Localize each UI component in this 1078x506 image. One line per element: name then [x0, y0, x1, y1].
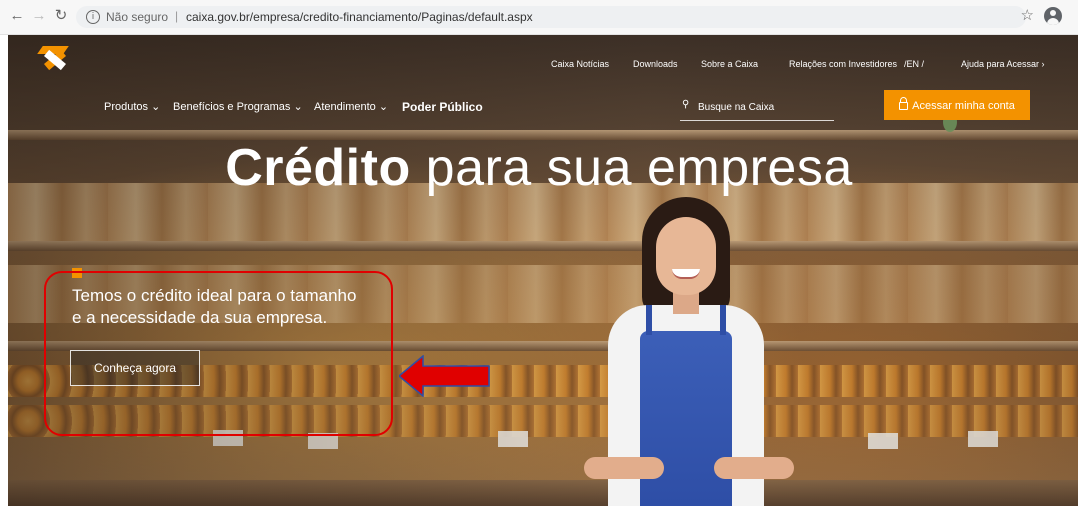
link-sobre-a-caixa[interactable]: Sobre a Caixa: [701, 59, 758, 69]
apron-strap: [646, 305, 652, 335]
hero-title-strong: Crédito: [225, 139, 411, 197]
annotation-highlight-box: [44, 271, 393, 436]
link-ajuda-para-acessar[interactable]: Ajuda para Acessar ›: [961, 59, 1045, 69]
search-box[interactable]: ⚲: [680, 96, 834, 121]
apron: [640, 331, 732, 506]
link-caixa-noticias[interactable]: Caixa Notícias: [551, 59, 609, 69]
search-icon[interactable]: ⚲: [682, 99, 689, 110]
smiling-baker: [584, 197, 794, 506]
link-english[interactable]: /EN /: [904, 59, 924, 69]
nav-poder-publico[interactable]: Poder Público: [402, 100, 483, 114]
apron-strap: [720, 305, 726, 335]
login-button-label: Acessar minha conta: [912, 100, 1015, 112]
nav-atendimento[interactable]: Atendimento ⌄: [314, 100, 388, 113]
login-button[interactable]: Acessar minha conta: [884, 90, 1030, 120]
browser-toolbar: ← → ↻ i Não seguro | caixa.gov.br/empres…: [0, 0, 1078, 35]
hero-title: Crédito para sua empresa: [0, 138, 1078, 198]
arm: [584, 457, 664, 479]
arrow-shape: [399, 355, 490, 397]
neck: [673, 292, 699, 314]
search-input[interactable]: [698, 98, 832, 116]
nav-produtos[interactable]: Produtos ⌄: [104, 100, 160, 113]
annotation-arrow-icon: [399, 355, 490, 397]
top-links: Caixa Notícias Downloads Sobre a Caixa R…: [0, 59, 1078, 132]
nav-beneficios-programas[interactable]: Benefícios e Programas ⌄: [173, 100, 303, 113]
profile-icon[interactable]: [1044, 7, 1062, 25]
reload-icon[interactable]: ↻: [52, 7, 70, 25]
arm: [714, 457, 794, 479]
url-text[interactable]: caixa.gov.br/empresa/credito-financiamen…: [186, 10, 533, 24]
address-bar[interactable]: i Não seguro | caixa.gov.br/empresa/cred…: [76, 6, 1026, 28]
lock-icon: [899, 97, 909, 110]
url-separator: |: [175, 9, 179, 23]
hero-title-rest: para sua empresa: [410, 139, 853, 197]
link-downloads[interactable]: Downloads: [633, 59, 678, 69]
face: [656, 217, 716, 295]
back-icon[interactable]: ←: [8, 7, 26, 25]
star-icon[interactable]: ☆: [1021, 7, 1034, 25]
not-secure-label: Não seguro: [106, 10, 169, 24]
link-relacoes-investidores[interactable]: Relações com Investidores: [789, 59, 897, 69]
info-icon[interactable]: i: [86, 10, 100, 24]
forward-icon[interactable]: →: [30, 7, 48, 25]
